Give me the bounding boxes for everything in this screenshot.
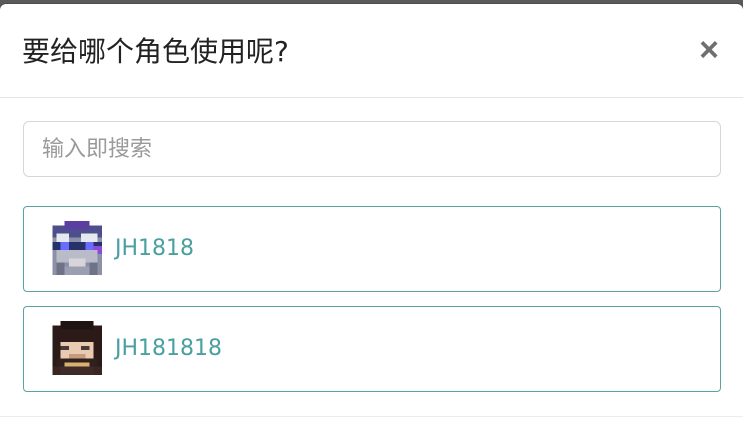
role-list-item[interactable]: JH181818 bbox=[23, 306, 721, 392]
dialog-body: JH1818 JH181818 bbox=[0, 98, 743, 444]
role-list-item[interactable]: JH1818 bbox=[23, 206, 721, 292]
dialog-header: 要给哪个角色使用呢? × bbox=[0, 4, 743, 98]
divider bbox=[0, 416, 743, 417]
close-button[interactable]: × bbox=[695, 32, 723, 68]
role-name: JH181818 bbox=[115, 336, 223, 361]
pixel-skin-avatar-brown-icon bbox=[52, 321, 102, 375]
dialog-title: 要给哪个角色使用呢? bbox=[22, 35, 289, 68]
select-role-dialog: 要给哪个角色使用呢? × JH1818 bbox=[0, 4, 743, 444]
pixel-skin-avatar-blue-icon bbox=[52, 221, 102, 275]
search-input[interactable] bbox=[23, 121, 721, 177]
role-name: JH1818 bbox=[115, 236, 195, 261]
